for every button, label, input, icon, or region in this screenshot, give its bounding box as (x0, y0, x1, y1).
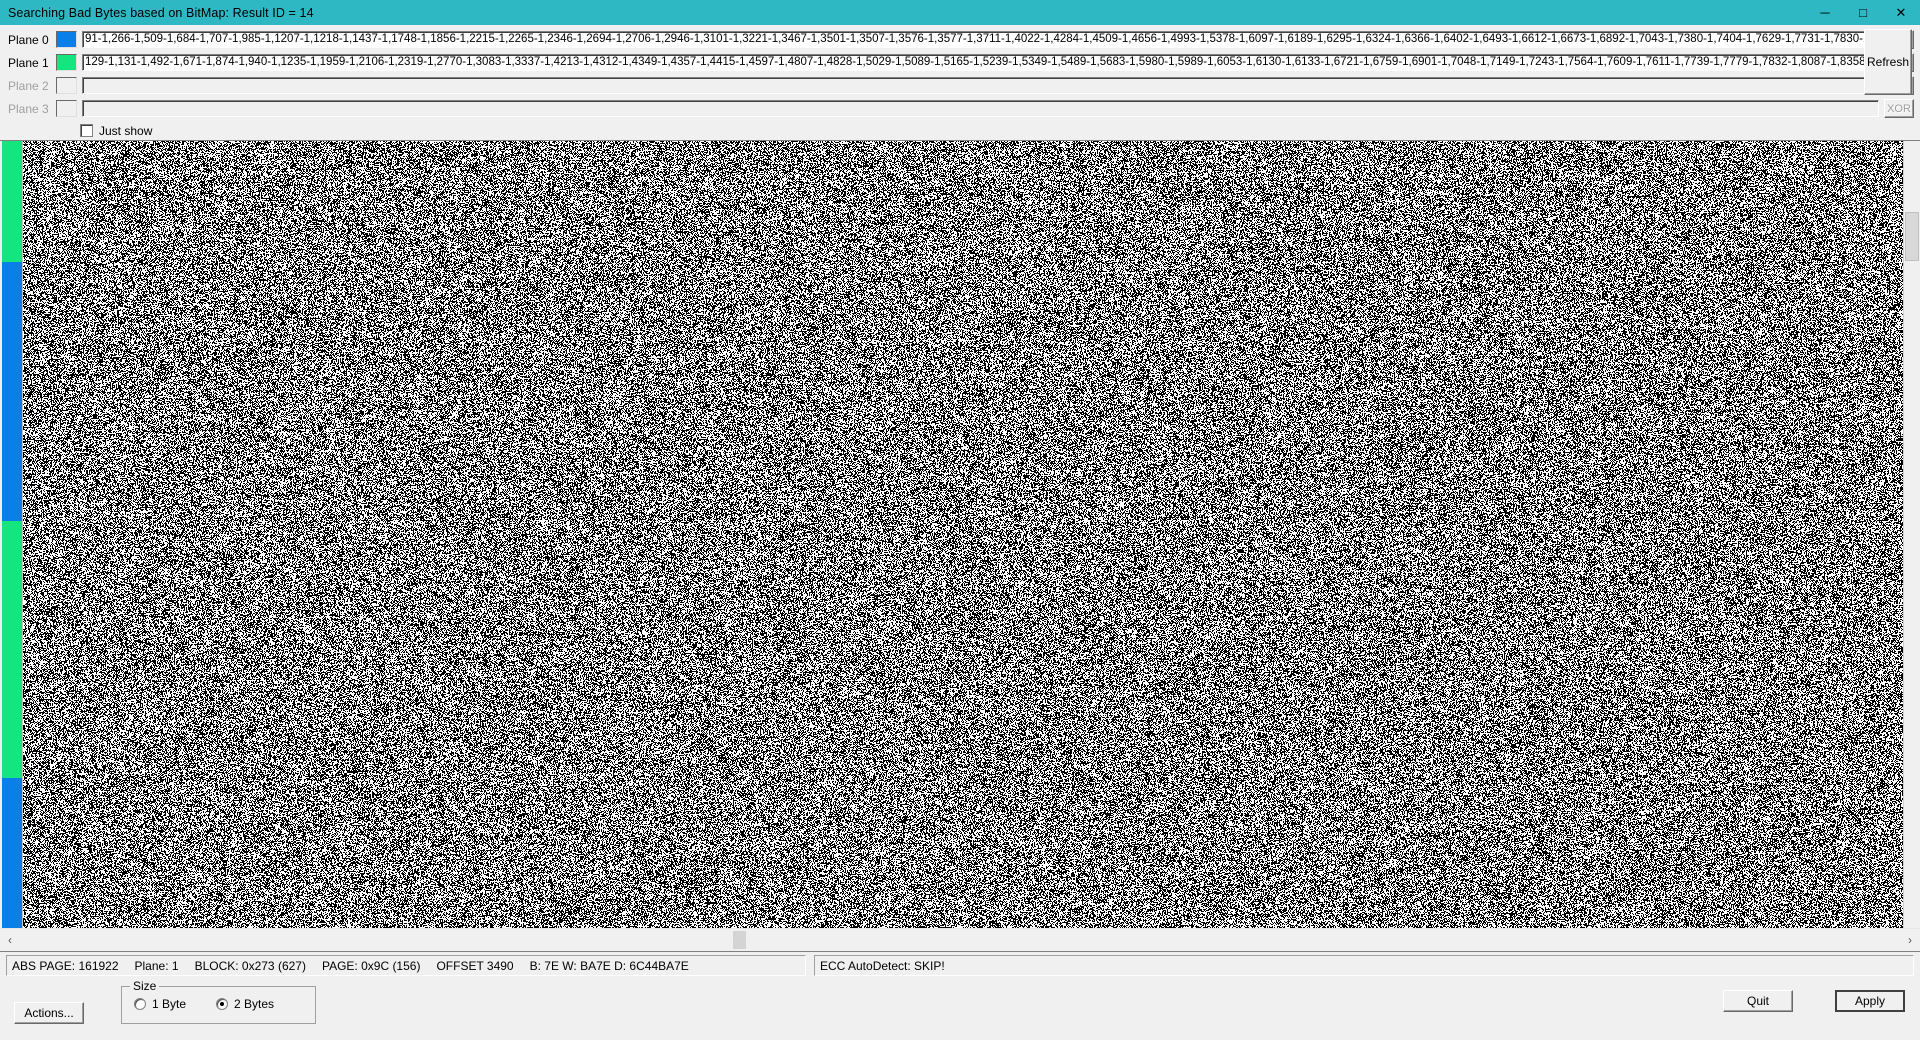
plane-value-input-1[interactable]: 129-1,131-1,492-1,671-1,874-1,940-1,1235… (82, 54, 1879, 71)
scroll-right-arrow-icon[interactable]: › (1900, 933, 1920, 947)
status-abs-page: ABS PAGE: 161922 (12, 958, 119, 973)
radio-2-bytes[interactable] (216, 998, 229, 1010)
plane-color-swatch-3 (56, 100, 77, 117)
plane-value-input-2 (82, 77, 1879, 94)
radio-2-bytes-label: 2 Bytes (234, 997, 275, 1011)
close-icon[interactable]: ✕ (1882, 0, 1920, 25)
vertical-scrollbar[interactable] (1903, 141, 1920, 928)
just-show-checkbox[interactable] (80, 124, 93, 137)
plane-color-strip (0, 141, 23, 928)
status-bar: ABS PAGE: 161922 Plane: 1 BLOCK: 0x273 (… (0, 952, 1920, 978)
plane-row-0: Plane 0 91-1,266-1,509-1,684-1,707-1,985… (0, 29, 1920, 50)
minimize-icon[interactable]: ─ (1806, 0, 1844, 25)
status-offset: OFFSET 3490 (436, 958, 514, 973)
window-title: Searching Bad Bytes based on BitMap: Res… (8, 5, 314, 20)
status-block: BLOCK: 0x273 (627) (194, 958, 306, 973)
title-bar: Searching Bad Bytes based on BitMap: Res… (0, 0, 1920, 25)
horizontal-scrollbar[interactable]: ‹ › (0, 928, 1920, 952)
plane-value-input-0[interactable]: 91-1,266-1,509-1,684-1,707-1,985-1,1207-… (82, 31, 1879, 48)
radio-1-byte[interactable] (134, 998, 146, 1010)
window-controls: ─ □ ✕ (1806, 0, 1920, 25)
bitmap-noise-canvas[interactable] (23, 141, 1903, 928)
bitmap-viewer (0, 140, 1920, 928)
plane-strip-band-1 (2, 262, 22, 522)
just-show-row: Just show (0, 121, 1920, 140)
plane-row-3: Plane 3 XOR (0, 98, 1920, 119)
plane-color-swatch-2 (56, 77, 77, 94)
plane-strip-band-3 (2, 778, 22, 928)
status-plane: Plane: 1 (134, 958, 179, 973)
status-byte-word-dword: B: 7E W: BA7E D: 6C44BA7E (529, 958, 689, 973)
plane-strip-band-0 (2, 141, 22, 263)
scroll-left-arrow-icon[interactable]: ‹ (0, 933, 20, 947)
refresh-button[interactable]: Refresh (1864, 29, 1912, 95)
actions-button[interactable]: Actions... (14, 1002, 84, 1024)
plane-label-1: Plane 1 (8, 55, 49, 70)
status-page: PAGE: 0x9C (156) (321, 958, 421, 973)
bitmap-canvas-container[interactable] (23, 141, 1903, 928)
plane-row-2: Plane 2 XOR (0, 75, 1920, 96)
status-pane-ecc: ECC AutoDetect: SKIP! (814, 955, 1914, 976)
plane-label-3: Plane 3 (8, 101, 49, 116)
plane-value-input-3 (82, 100, 1879, 117)
apply-button[interactable]: Apply (1835, 990, 1905, 1012)
size-group-label: Size (130, 979, 160, 993)
maximize-icon[interactable]: □ (1844, 0, 1882, 25)
plane-label-2: Plane 2 (8, 78, 49, 93)
radio-1-byte-label: 1 Byte (152, 997, 187, 1011)
size-option-2-bytes[interactable]: 2 Bytes (216, 997, 274, 1011)
size-group-box: Size 1 Byte 2 Bytes (121, 979, 316, 1024)
plane-strip-band-2 (2, 521, 22, 779)
size-option-1-byte[interactable]: 1 Byte (134, 997, 186, 1011)
application-window: Searching Bad Bytes based on BitMap: Res… (0, 0, 1920, 1040)
status-divider (806, 955, 814, 976)
plane-inputs-section: Plane 0 91-1,266-1,509-1,684-1,707-1,985… (0, 25, 1920, 140)
plane-label-0: Plane 0 (8, 32, 49, 47)
status-pane-left: ABS PAGE: 161922 Plane: 1 BLOCK: 0x273 (… (6, 955, 806, 976)
plane-row-1: Plane 1 129-1,131-1,492-1,671-1,874-1,94… (0, 52, 1920, 73)
bottom-toolbar: Actions... Size 1 Byte 2 Bytes Quit Appl… (0, 978, 1920, 1040)
plane-color-swatch-1[interactable] (56, 54, 77, 71)
quit-button[interactable]: Quit (1723, 990, 1793, 1012)
vertical-scrollbar-thumb[interactable] (1905, 211, 1919, 262)
horizontal-scrollbar-thumb[interactable] (733, 931, 746, 949)
size-radio-row: 1 Byte 2 Bytes (122, 997, 315, 1011)
just-show-label: Just show (99, 123, 153, 138)
plane-color-swatch-0[interactable] (56, 31, 77, 48)
xor-button-3: XOR (1884, 99, 1914, 118)
